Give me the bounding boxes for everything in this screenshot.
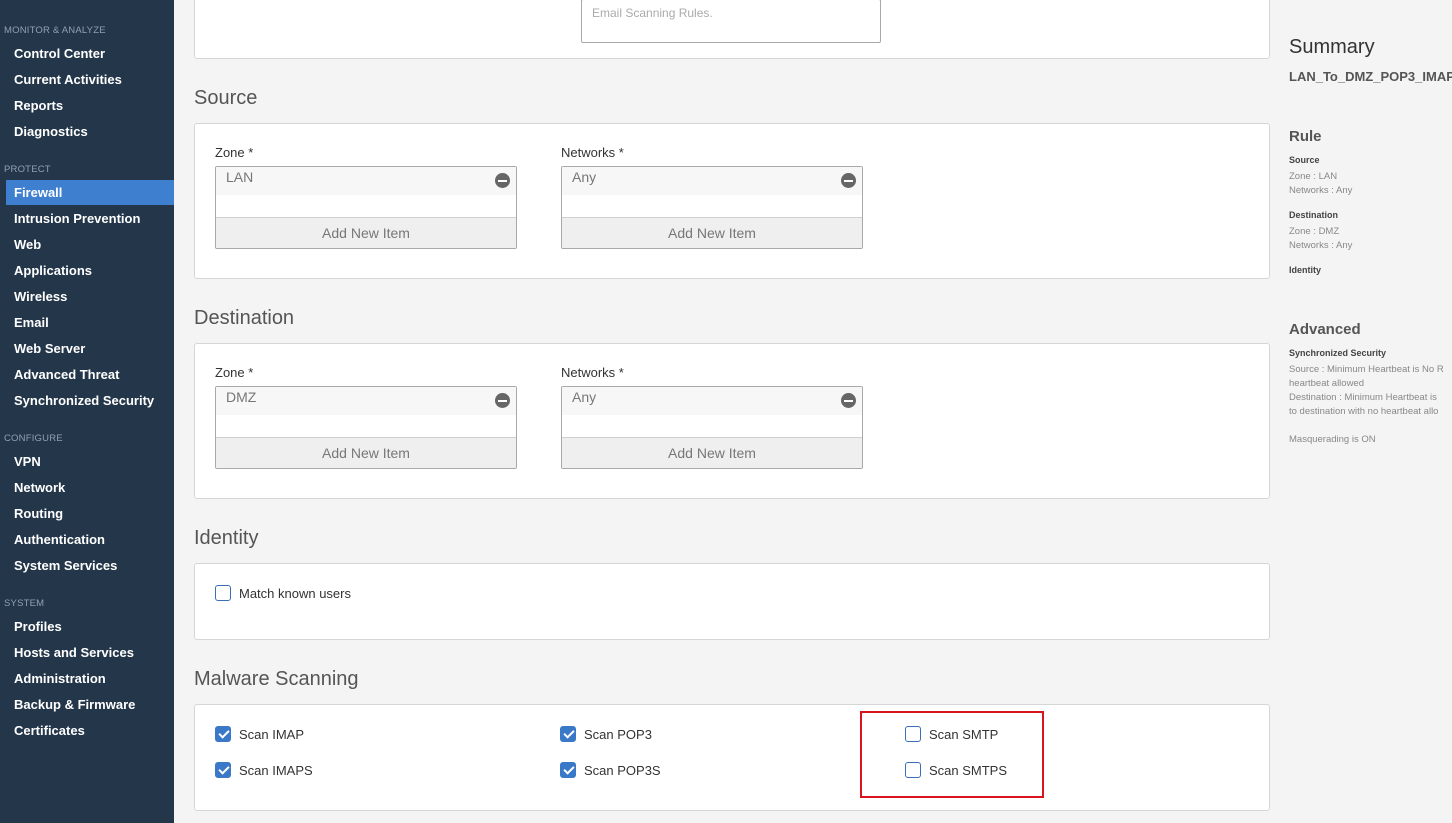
source-zone-list: LAN Add New Item [215,166,517,249]
source-networks-list: Any Add New Item [561,166,863,249]
destination-zone-value: DMZ [226,389,257,405]
sidebar-item-firewall[interactable]: Firewall [6,180,174,205]
summary-source-zone: Zone : LAN [1289,171,1338,182]
summary-destination-networks: Networks : Any [1289,240,1353,251]
destination-zone-item: DMZ [216,387,516,415]
checkbox-checked-icon[interactable] [215,762,231,778]
identity-title: Identity [194,527,259,549]
scan-imap-checkbox[interactable]: Scan IMAP [215,725,304,743]
source-networks-add-button[interactable]: Add New Item [562,217,862,248]
summary-rule-heading: Rule [1289,128,1322,145]
checkbox-icon[interactable] [215,585,231,601]
sidebar-item-advanced-threat[interactable]: Advanced Threat [0,362,174,387]
remove-icon[interactable] [495,393,510,408]
main-content: Email Scanning Rules. Source Zone * LAN … [174,0,1280,823]
sidebar-item-synchronized-security[interactable]: Synchronized Security [0,388,174,413]
source-zone-add-button[interactable]: Add New Item [216,217,516,248]
destination-zone-add-button[interactable]: Add New Item [216,437,516,468]
sidebar-item-reports[interactable]: Reports [0,93,174,118]
summary-destination-zone: Zone : DMZ [1289,226,1340,237]
sidebar-heading-monitor: MONITOR & ANALYZE [4,25,106,36]
destination-card: Zone * DMZ Add New Item Networks * Any A… [194,343,1270,499]
malware-card: Scan IMAP Scan IMAPS Scan POP3 Scan POP3… [194,704,1270,811]
sidebar-heading-system: SYSTEM [4,598,45,609]
summary-panel: Summary LAN_To_DMZ_POP3_IMAP Rule Source… [1280,0,1452,823]
summary-source-heading: Source [1289,155,1320,165]
remove-icon[interactable] [841,173,856,188]
sidebar-item-vpn[interactable]: VPN [0,449,174,474]
sidebar-item-network[interactable]: Network [0,475,174,500]
scan-imaps-checkbox[interactable]: Scan IMAPS [215,761,313,779]
summary-sync-source-2: heartbeat allowed [1289,378,1364,389]
scan-pop3-checkbox[interactable]: Scan POP3 [560,725,652,743]
destination-zone-label: Zone * [215,365,254,380]
checkbox-checked-icon[interactable] [560,762,576,778]
sidebar-item-wireless[interactable]: Wireless [0,284,174,309]
summary-sync-dest-1: Destination : Minimum Heartbeat is [1289,392,1437,403]
sidebar-item-intrusion-prevention[interactable]: Intrusion Prevention [0,206,174,231]
remove-icon[interactable] [841,393,856,408]
match-known-users-checkbox[interactable]: Match known users [215,584,351,602]
match-known-users-label: Match known users [239,585,351,601]
summary-advanced-heading: Advanced [1289,321,1361,338]
summary-title: Summary [1289,36,1375,58]
sidebar-item-administration[interactable]: Administration [0,666,174,691]
checkbox-checked-icon[interactable] [215,726,231,742]
sidebar-item-applications[interactable]: Applications [0,258,174,283]
sidebar-item-web-server[interactable]: Web Server [0,336,174,361]
destination-zone-list: DMZ Add New Item [215,386,517,469]
summary-source-networks: Networks : Any [1289,185,1353,196]
source-networks-item: Any [562,167,862,195]
source-networks-value: Any [572,169,597,185]
sidebar-item-web[interactable]: Web [0,232,174,257]
source-title: Source [194,87,258,109]
destination-title: Destination [194,307,295,329]
scan-imap-label: Scan IMAP [239,726,305,742]
sidebar-item-diagnostics[interactable]: Diagnostics [0,119,174,144]
sidebar-item-profiles[interactable]: Profiles [0,614,174,639]
description-textarea[interactable]: Email Scanning Rules. [581,0,881,43]
summary-rule-name: LAN_To_DMZ_POP3_IMAP [1289,69,1452,84]
destination-networks-label: Networks * [561,365,624,380]
sidebar-item-routing[interactable]: Routing [0,501,174,526]
top-card: Email Scanning Rules. [194,0,1270,59]
summary-identity-heading: Identity [1289,265,1322,275]
source-zone-item: LAN [216,167,516,195]
source-networks-label: Networks * [561,145,624,160]
summary-destination-heading: Destination [1289,210,1339,220]
sidebar-item-system-services[interactable]: System Services [0,553,174,578]
sidebar-heading-protect: PROTECT [4,164,51,175]
sidebar-item-certificates[interactable]: Certificates [0,718,174,743]
sidebar-item-email[interactable]: Email [0,310,174,335]
destination-networks-list: Any Add New Item [561,386,863,469]
description-placeholder: Email Scanning Rules. [592,6,713,20]
source-zone-label: Zone * [215,145,254,160]
summary-masquerading: Masquerading is ON [1289,434,1376,445]
sidebar-item-backup-firmware[interactable]: Backup & Firmware [0,692,174,717]
source-card: Zone * LAN Add New Item Networks * Any A… [194,123,1270,279]
sidebar-heading-configure: CONFIGURE [4,433,63,444]
source-zone-value: LAN [226,169,254,185]
sidebar-item-current-activities[interactable]: Current Activities [0,67,174,92]
scan-imaps-label: Scan IMAPS [239,762,313,778]
malware-title: Malware Scanning [194,668,359,690]
checkbox-checked-icon[interactable] [560,726,576,742]
remove-icon[interactable] [495,173,510,188]
summary-sync-dest-2: to destination with no heartbeat allo [1289,406,1439,417]
scan-pop3-label: Scan POP3 [584,726,652,742]
scan-pop3s-checkbox[interactable]: Scan POP3S [560,761,661,779]
sidebar-item-hosts-and-services[interactable]: Hosts and Services [0,640,174,665]
sidebar: MONITOR & ANALYZE Control Center Current… [0,0,174,823]
destination-networks-item: Any [562,387,862,415]
destination-networks-add-button[interactable]: Add New Item [562,437,862,468]
sidebar-item-authentication[interactable]: Authentication [0,527,174,552]
summary-sync-heading: Synchronized Security [1289,348,1387,358]
destination-networks-value: Any [572,389,597,405]
sidebar-item-control-center[interactable]: Control Center [0,41,174,66]
scan-pop3s-label: Scan POP3S [584,762,661,778]
identity-card: Match known users [194,563,1270,640]
highlight-box [860,711,1044,798]
summary-sync-source-1: Source : Minimum Heartbeat is No R [1289,364,1444,375]
